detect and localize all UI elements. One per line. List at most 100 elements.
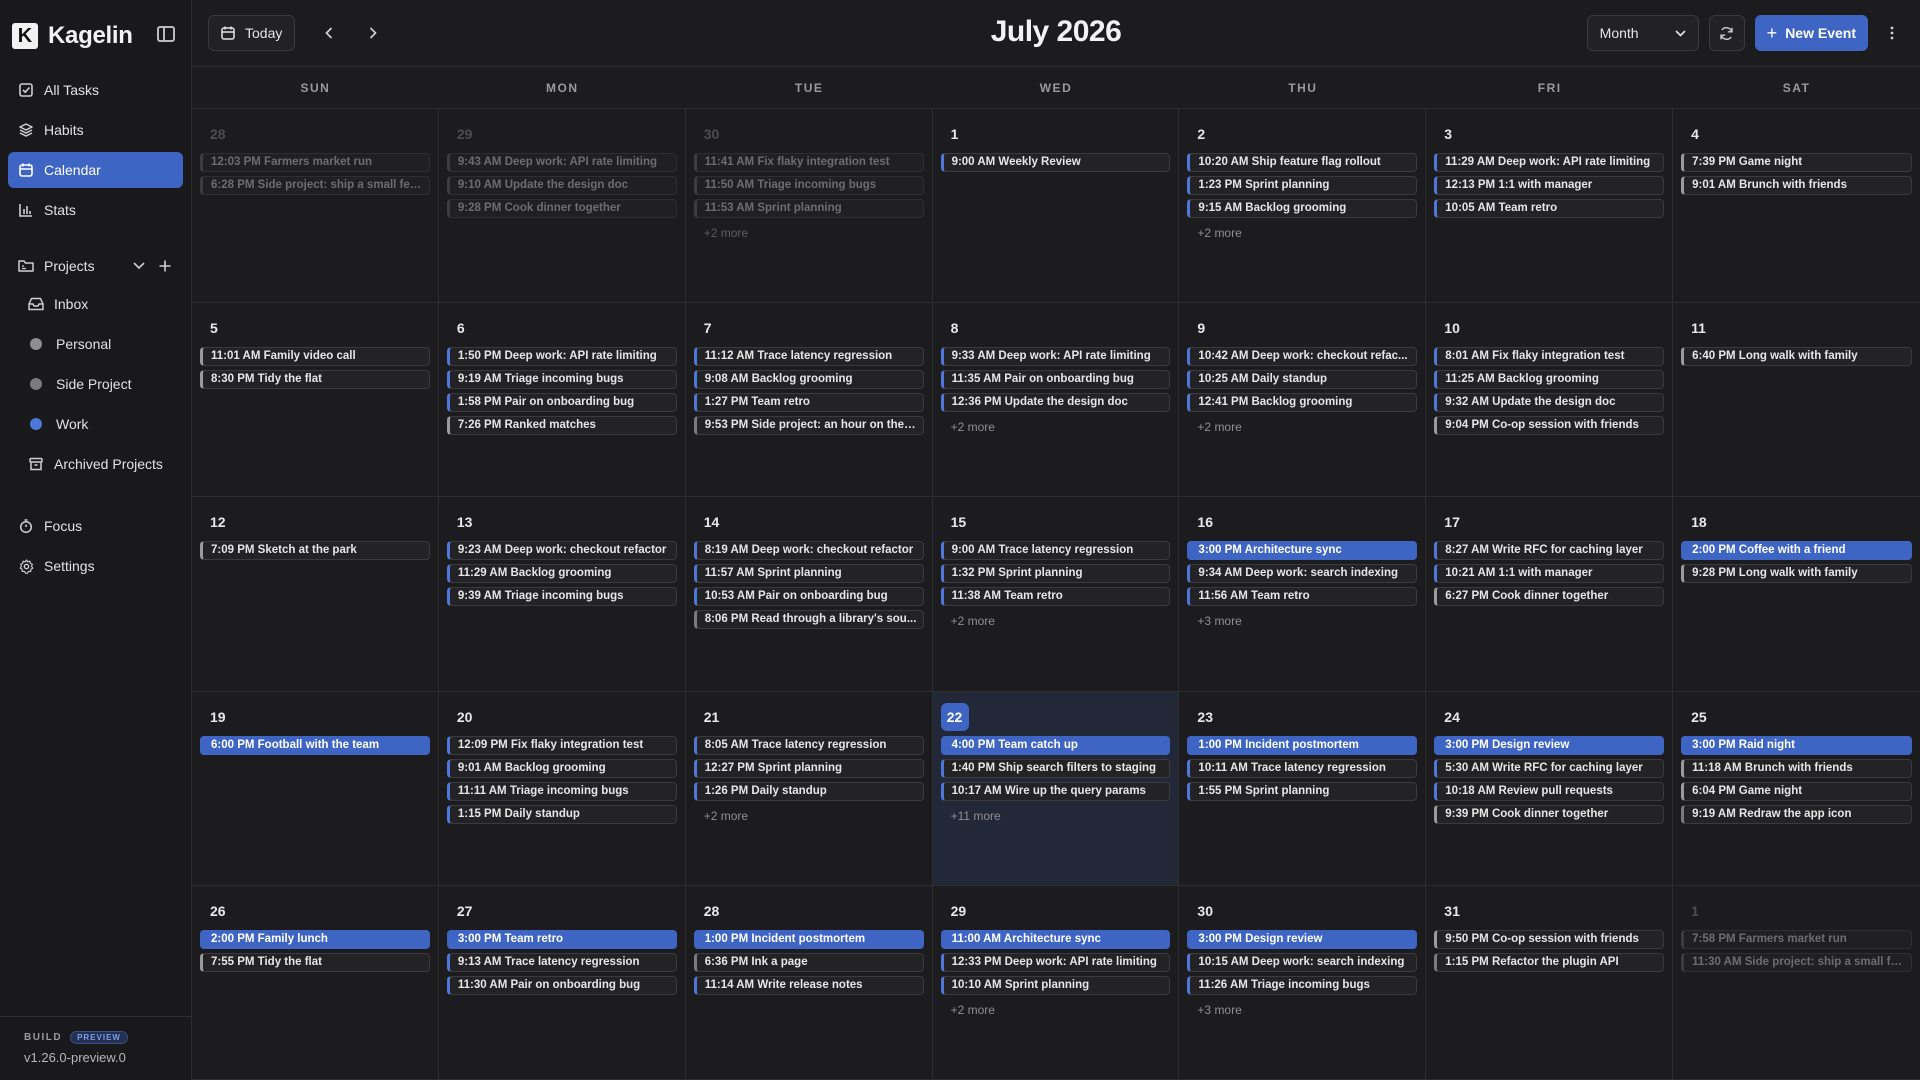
event-chip[interactable]: 9:32 AM Update the design doc: [1434, 393, 1665, 413]
event-chip[interactable]: 8:06 PM Read through a library's sou...: [693, 610, 924, 630]
day-cell[interactable]: 3 11:29 AM Deep work: API rate limiting 12…: [1426, 109, 1674, 304]
event-chip[interactable]: 12:09 PM Fix flaky integration test: [446, 735, 677, 755]
event-chip[interactable]: 10:25 AM Daily standup: [1187, 370, 1418, 390]
event-chip[interactable]: 1:27 PM Team retro: [693, 393, 924, 413]
event-chip[interactable]: 11:00 AM Architecture sync: [940, 929, 1171, 949]
event-chip[interactable]: 9:33 AM Deep work: API rate limiting: [940, 347, 1171, 367]
day-cell[interactable]: 5 11:01 AM Family video call 8:30 PM Tidy …: [192, 303, 439, 498]
day-cell[interactable]: 9 10:42 AM Deep work: checkout refac... 10…: [1179, 303, 1427, 498]
event-chip[interactable]: 11:30 AM Side project: ship a small fe..…: [1681, 952, 1912, 972]
day-cell[interactable]: 28 12:03 PM Farmers market run 6:28 PM Sid…: [192, 109, 439, 304]
nav-item-calendar[interactable]: Calendar: [8, 152, 183, 188]
nav-item-habits[interactable]: Habits: [8, 112, 183, 148]
day-cell[interactable]: 10 8:01 AM Fix flaky integration test 11:2…: [1426, 303, 1674, 498]
event-chip[interactable]: 11:01 AM Family video call: [200, 347, 430, 367]
event-chip[interactable]: 7:55 PM Tidy the flat: [200, 952, 430, 972]
event-chip[interactable]: 10:42 AM Deep work: checkout refac...: [1187, 347, 1418, 367]
project-item-personal[interactable]: Personal: [18, 326, 183, 362]
event-chip[interactable]: 9:19 AM Redraw the app icon: [1681, 804, 1912, 824]
event-chip[interactable]: 1:55 PM Sprint planning: [1187, 781, 1418, 801]
day-cell[interactable]: 8 9:33 AM Deep work: API rate limiting 11:…: [932, 303, 1180, 498]
event-chip[interactable]: 11:29 AM Backlog grooming: [446, 564, 677, 584]
event-chip[interactable]: 7:58 PM Farmers market run: [1681, 929, 1912, 949]
more-events-link[interactable]: +3 more: [1187, 614, 1417, 628]
day-cell[interactable]: 21 8:05 AM Trace latency regression 12:27 …: [685, 691, 933, 886]
more-events-link[interactable]: +2 more: [941, 420, 1171, 434]
day-cell[interactable]: 2 10:20 AM Ship feature flag rollout 1:23 …: [1179, 109, 1427, 304]
event-chip[interactable]: 10:20 AM Ship feature flag rollout: [1187, 153, 1418, 172]
event-chip[interactable]: 3:00 PM Design review: [1187, 929, 1418, 949]
event-chip[interactable]: 12:33 PM Deep work: API rate limiting: [940, 952, 1171, 972]
event-chip[interactable]: 10:18 AM Review pull requests: [1434, 781, 1665, 801]
day-cell[interactable]: 15 9:00 AM Trace latency regression 1:32 P…: [932, 497, 1180, 692]
event-chip[interactable]: 9:50 PM Co-op session with friends: [1434, 929, 1665, 949]
day-cell[interactable]: 18 2:00 PM Coffee with a friend 9:28 PM Lo…: [1673, 497, 1920, 692]
event-chip[interactable]: 9:13 AM Trace latency regression: [446, 952, 677, 972]
event-chip[interactable]: 2:00 PM Family lunch: [200, 929, 430, 949]
event-chip[interactable]: 11:53 AM Sprint planning: [693, 199, 924, 218]
event-chip[interactable]: 8:19 AM Deep work: checkout refactor: [693, 541, 924, 561]
event-chip[interactable]: 8:05 AM Trace latency regression: [693, 735, 924, 755]
day-cell-today[interactable]: 22 4:00 PM Team catch up 1:40 PM Ship sear…: [932, 691, 1180, 886]
day-cell[interactable]: 20 12:09 PM Fix flaky integration test 9:0…: [438, 691, 686, 886]
day-cell[interactable]: 27 3:00 PM Team retro 9:13 AM Trace latenc…: [438, 885, 686, 1080]
day-cell[interactable]: 30 3:00 PM Design review 10:15 AM Deep wor…: [1179, 885, 1427, 1080]
event-chip[interactable]: 9:19 AM Triage incoming bugs: [446, 370, 677, 390]
event-chip[interactable]: 12:13 PM 1:1 with manager: [1434, 176, 1665, 195]
more-events-link[interactable]: +2 more: [941, 1003, 1171, 1017]
event-chip[interactable]: 12:41 PM Backlog grooming: [1187, 393, 1418, 413]
event-chip[interactable]: 9:39 PM Cook dinner together: [1434, 804, 1665, 824]
more-events-link[interactable]: +3 more: [1187, 1003, 1417, 1017]
day-cell[interactable]: 4 7:39 PM Game night 9:01 AM Brunch with f…: [1673, 109, 1920, 304]
day-cell[interactable]: 23 1:00 PM Incident postmortem 10:11 AM Tr…: [1179, 691, 1427, 886]
event-chip[interactable]: 1:50 PM Deep work: API rate limiting: [446, 347, 677, 367]
event-chip[interactable]: 7:09 PM Sketch at the park: [200, 541, 430, 561]
event-chip[interactable]: 11:25 AM Backlog grooming: [1434, 370, 1665, 390]
event-chip[interactable]: 9:43 AM Deep work: API rate limiting: [446, 153, 677, 172]
event-chip[interactable]: 12:27 PM Sprint planning: [693, 758, 924, 778]
event-chip[interactable]: 11:12 AM Trace latency regression: [693, 347, 924, 367]
project-item-archived[interactable]: Archived Projects: [18, 446, 183, 482]
day-cell[interactable]: 19 6:00 PM Football with the team: [192, 691, 439, 886]
event-chip[interactable]: 6:36 PM Ink a page: [693, 952, 924, 972]
nav-item-stats[interactable]: Stats: [8, 192, 183, 228]
event-chip[interactable]: 7:39 PM Game night: [1681, 153, 1912, 172]
event-chip[interactable]: 3:00 PM Team retro: [446, 929, 677, 949]
day-cell[interactable]: 17 8:27 AM Write RFC for caching layer 10:…: [1426, 497, 1674, 692]
event-chip[interactable]: 1:00 PM Incident postmortem: [693, 929, 924, 949]
event-chip[interactable]: 10:15 AM Deep work: search indexing: [1187, 952, 1418, 972]
day-cell[interactable]: 26 2:00 PM Family lunch 7:55 PM Tidy the f…: [192, 885, 439, 1080]
more-events-link[interactable]: +11 more: [941, 809, 1171, 823]
add-project-icon[interactable]: [157, 258, 173, 274]
event-chip[interactable]: 9:23 AM Deep work: checkout refactor: [446, 541, 677, 561]
chevron-down-icon[interactable]: [131, 258, 147, 274]
nav-item-focus[interactable]: Focus: [8, 508, 183, 544]
event-chip[interactable]: 9:15 AM Backlog grooming: [1187, 199, 1418, 218]
event-chip[interactable]: 3:00 PM Architecture sync: [1187, 541, 1418, 561]
event-chip[interactable]: 9:28 PM Long walk with family: [1681, 564, 1912, 584]
event-chip[interactable]: 6:04 PM Game night: [1681, 781, 1912, 801]
day-cell[interactable]: 16 3:00 PM Architecture sync 9:34 AM Deep …: [1179, 497, 1427, 692]
event-chip[interactable]: 11:18 AM Brunch with friends: [1681, 758, 1912, 778]
event-chip[interactable]: 11:11 AM Triage incoming bugs: [446, 781, 677, 801]
event-chip[interactable]: 1:26 PM Daily standup: [693, 781, 924, 801]
day-cell[interactable]: 25 3:00 PM Raid night 11:18 AM Brunch with…: [1673, 692, 1920, 886]
new-event-button[interactable]: + New Event: [1754, 15, 1868, 51]
event-chip[interactable]: 3:00 PM Raid night: [1681, 735, 1912, 755]
event-chip[interactable]: 9:04 PM Co-op session with friends: [1434, 416, 1665, 436]
more-events-link[interactable]: +2 more: [1187, 226, 1417, 240]
event-chip[interactable]: 1:58 PM Pair on onboarding bug: [446, 393, 677, 413]
event-chip[interactable]: 9:28 PM Cook dinner together: [446, 199, 677, 218]
more-options-button[interactable]: [1880, 15, 1904, 51]
projects-header[interactable]: Projects: [0, 250, 191, 282]
event-chip[interactable]: 9:01 AM Backlog grooming: [446, 758, 677, 778]
event-chip[interactable]: 11:35 AM Pair on onboarding bug: [940, 370, 1171, 390]
day-cell[interactable]: 29 11:00 AM Architecture sync 12:33 PM Dee…: [932, 885, 1180, 1080]
event-chip[interactable]: 11:57 AM Sprint planning: [693, 564, 924, 584]
day-cell[interactable]: 14 8:19 AM Deep work: checkout refactor 11…: [685, 497, 933, 692]
event-chip[interactable]: 1:15 PM Daily standup: [446, 804, 677, 824]
app-logo[interactable]: K: [12, 23, 38, 49]
day-cell[interactable]: 29 9:43 AM Deep work: API rate limiting 9:…: [438, 109, 686, 304]
event-chip[interactable]: 2:00 PM Coffee with a friend: [1681, 541, 1912, 561]
event-chip[interactable]: 8:01 AM Fix flaky integration test: [1434, 347, 1665, 367]
